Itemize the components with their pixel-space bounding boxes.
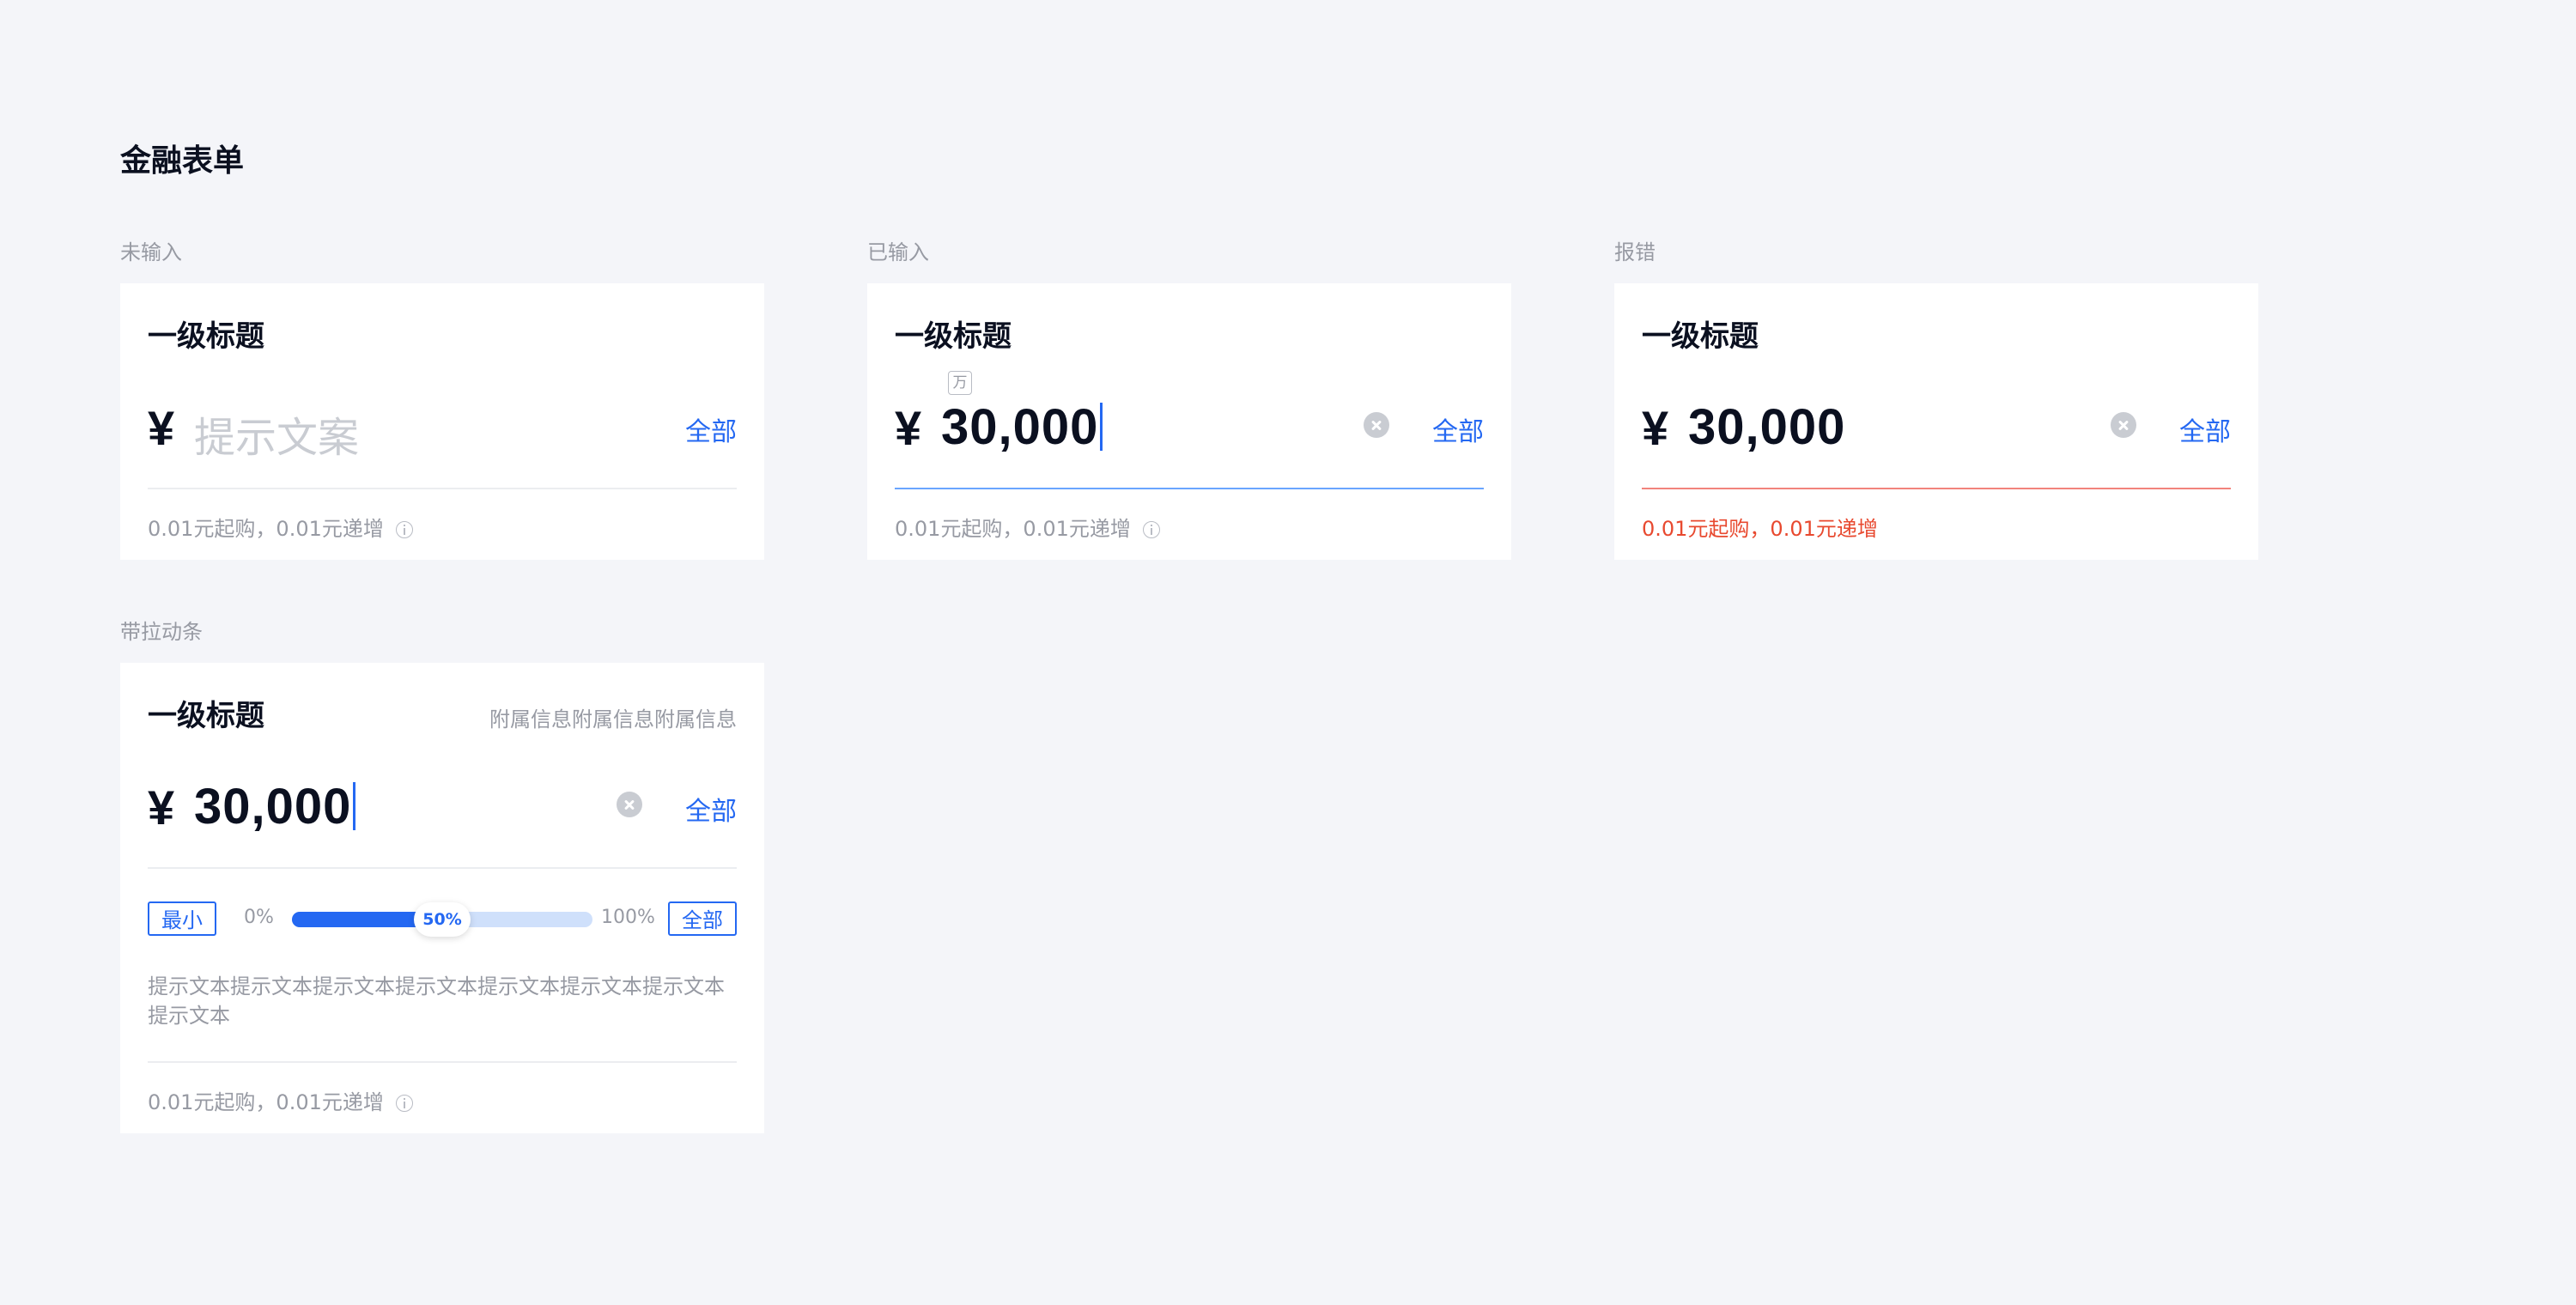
amount-hint: 0.01元起购，0.01元递增 xyxy=(148,1085,413,1115)
clear-circle-icon[interactable] xyxy=(1364,412,1389,438)
info-circle-icon[interactable] xyxy=(395,521,413,538)
text-caret xyxy=(353,782,356,830)
amount-value: 30,000 xyxy=(194,779,352,835)
hint-text: 0.01元起购，0.01元递增 xyxy=(148,1090,384,1114)
currency-symbol: ¥ xyxy=(148,401,175,455)
amount-value: 30,000 xyxy=(941,399,1099,455)
section-divider xyxy=(148,1061,737,1063)
hint-text: 0.01元起购，0.01元递增 xyxy=(148,517,384,541)
slider-track[interactable]: 50% xyxy=(292,902,592,937)
amount-input-row[interactable]: ¥ 30,000 全部 xyxy=(1642,395,2231,455)
slider-thumb[interactable]: 50% xyxy=(414,902,471,937)
amount-input[interactable]: 30,000 xyxy=(1688,398,1845,456)
all-amount-button[interactable]: 全部 xyxy=(2179,410,2231,448)
currency-symbol: ¥ xyxy=(1642,401,1669,455)
section-label-empty: 未输入 xyxy=(120,240,182,264)
input-underline xyxy=(148,867,737,869)
info-circle-icon[interactable] xyxy=(1142,521,1160,538)
text-caret xyxy=(1100,403,1103,451)
hint-text: 0.01元起购，0.01元递增 xyxy=(895,517,1131,541)
clear-circle-icon[interactable] xyxy=(617,792,642,817)
amount-hint: 0.01元起购，0.01元递增 xyxy=(148,512,413,542)
amount-input[interactable]: 提示文案 xyxy=(194,404,359,464)
amount-input-row[interactable]: ¥ 提示文案 全部 xyxy=(148,395,737,462)
amount-input[interactable]: 30,000 xyxy=(194,778,356,835)
amount-slider-row: 最小 0% 50% 100% 全部 xyxy=(148,901,737,939)
card-title: 一级标题 xyxy=(1642,319,1759,354)
amount-input[interactable]: 30,000 xyxy=(941,398,1103,456)
section-label-filled: 已输入 xyxy=(867,240,929,264)
card-title: 一级标题 xyxy=(895,319,1012,354)
amount-card-error: 一级标题 ¥ 30,000 全部 0.01元起购，0.01元递增 xyxy=(1614,283,2258,560)
currency-symbol: ¥ xyxy=(148,780,175,835)
input-underline xyxy=(148,488,737,489)
section-label-error: 报错 xyxy=(1614,240,1656,264)
amount-card-slider: 一级标题 附属信息附属信息附属信息 ¥ 30,000 全部 最小 0% 50% … xyxy=(120,663,764,1133)
slider-min-label: 0% xyxy=(244,907,274,928)
slider-description: 提示文本提示文本提示文本提示文本提示文本提示文本提示文本提示文本 xyxy=(148,974,725,1028)
amount-card-empty: 一级标题 ¥ 提示文案 全部 0.01元起购，0.01元递增 xyxy=(120,283,764,560)
info-circle-icon[interactable] xyxy=(395,1095,413,1112)
card-extra-info: 附属信息附属信息附属信息 xyxy=(489,707,737,731)
all-amount-button[interactable]: 全部 xyxy=(685,790,737,828)
card-title: 一级标题 xyxy=(148,319,264,354)
amount-card-filled: 一级标题 ¥ 万 30,000 全部 0.01元起购，0.01元递增 xyxy=(867,283,1511,560)
card-title: 一级标题 xyxy=(148,699,264,733)
input-underline-error xyxy=(1642,488,2231,489)
clear-circle-icon[interactable] xyxy=(2111,412,2136,438)
amount-hint: 0.01元起购，0.01元递增 xyxy=(895,512,1160,542)
unit-hint-badge: 万 xyxy=(948,371,972,395)
all-amount-button[interactable]: 全部 xyxy=(1432,410,1484,448)
max-amount-button[interactable]: 全部 xyxy=(668,901,737,936)
input-underline-active xyxy=(895,488,1484,489)
all-amount-button[interactable]: 全部 xyxy=(685,410,737,448)
amount-input-row[interactable]: ¥ 万 30,000 全部 xyxy=(895,371,1484,456)
section-label-slider: 带拉动条 xyxy=(120,620,203,644)
min-amount-button[interactable]: 最小 xyxy=(148,901,216,936)
page-title: 金融表单 xyxy=(120,143,245,179)
error-message: 0.01元起购，0.01元递增 xyxy=(1642,517,1878,541)
slider-max-label: 100% xyxy=(601,907,655,928)
currency-symbol: ¥ xyxy=(895,401,922,455)
amount-input-row[interactable]: ¥ 30,000 全部 xyxy=(148,774,737,835)
